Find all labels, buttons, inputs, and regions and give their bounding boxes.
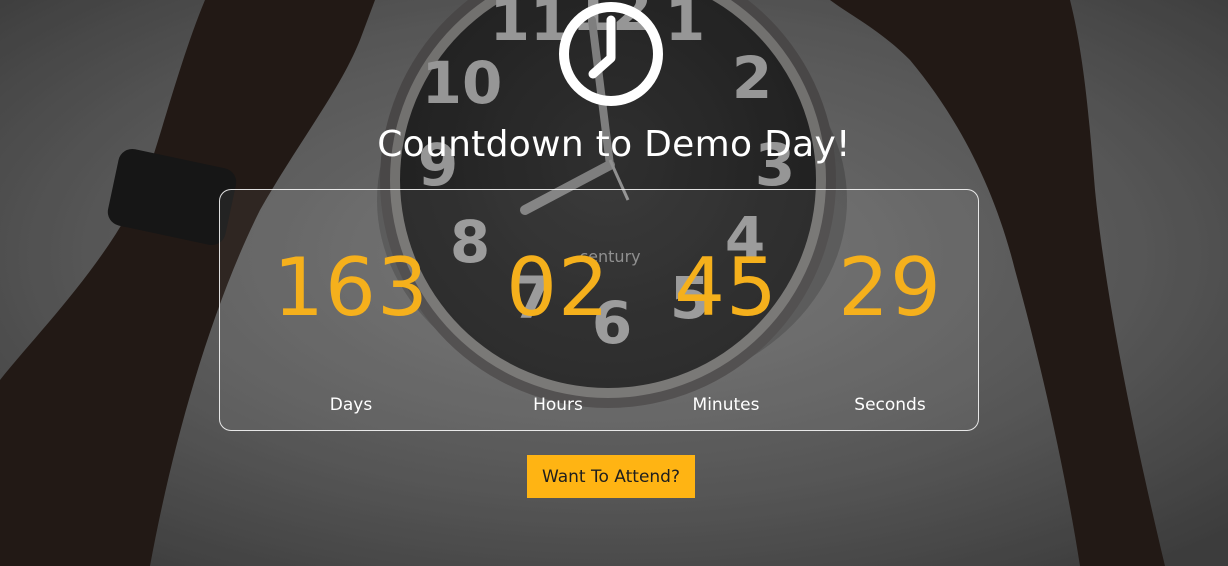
hours-label: Hours [533,395,583,415]
countdown-minutes: 45 Minutes [636,190,816,432]
clock-icon [555,0,667,108]
page-title: Countdown to Demo Day! [377,124,851,165]
minutes-label: Minutes [692,395,760,415]
countdown-hours: 02 Hours [468,190,648,432]
minutes-value: 45 [674,241,778,334]
seconds-label: Seconds [854,395,926,415]
days-value: 163 [273,241,429,334]
days-label: Days [329,395,373,415]
hours-value: 02 [506,241,610,334]
countdown-days: 163 Days [261,190,441,432]
want-to-attend-button[interactable]: Want To Attend? [527,455,695,498]
countdown-panel: 163 Days 02 Hours 45 Minutes 29 Seconds [219,189,979,431]
countdown-seconds: 29 Seconds [800,190,980,432]
seconds-value: 29 [838,241,942,334]
